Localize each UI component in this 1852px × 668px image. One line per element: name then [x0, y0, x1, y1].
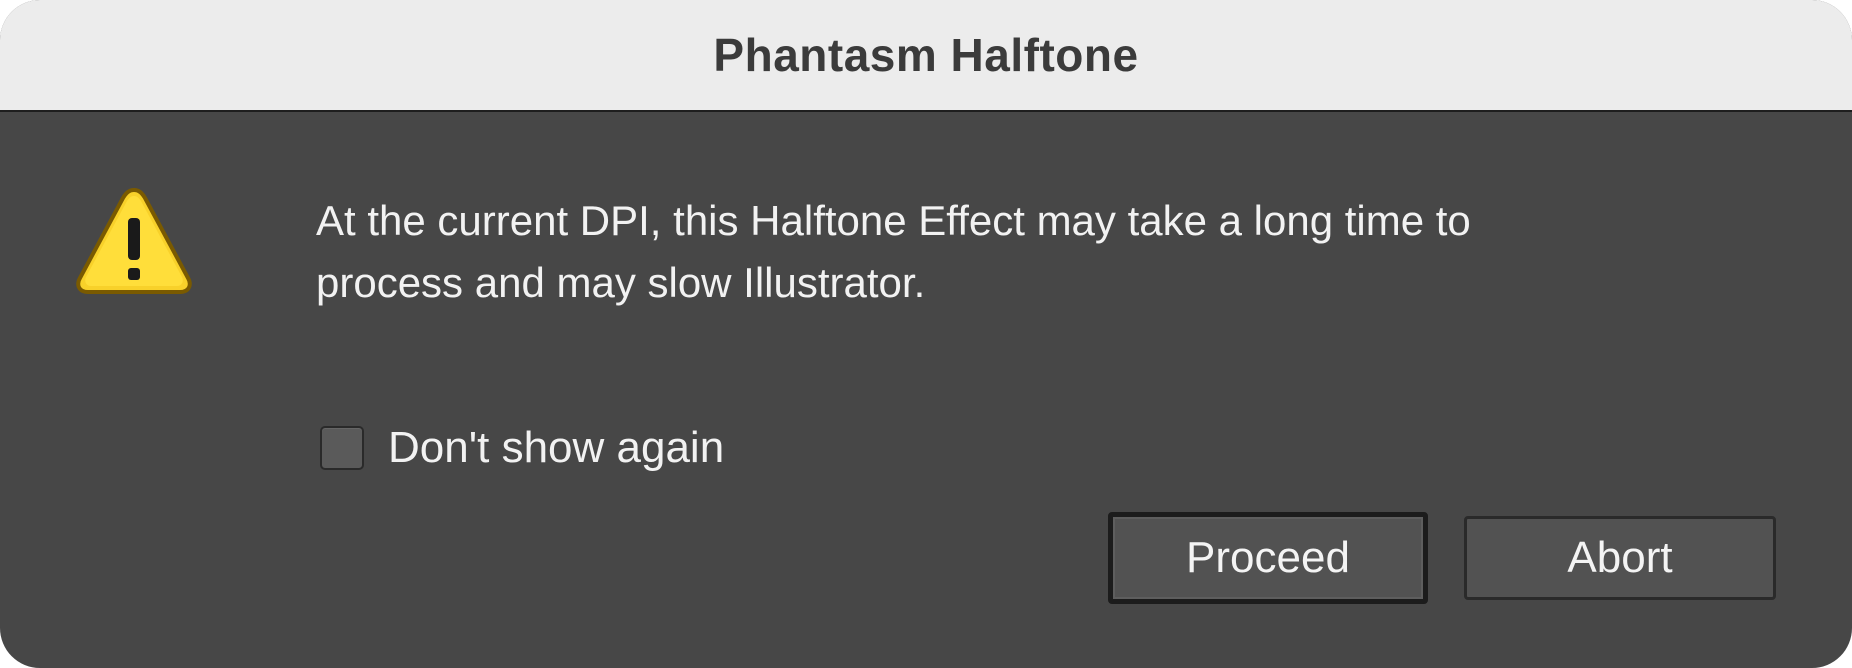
warning-triangle-icon	[76, 188, 192, 294]
dont-show-again-row[interactable]: Don't show again	[320, 420, 724, 476]
dialog-title: Phantasm Halftone	[713, 29, 1139, 81]
alert-message: At the current DPI, this Halftone Effect…	[316, 190, 1776, 314]
title-bar: Phantasm Halftone	[0, 0, 1852, 112]
abort-button[interactable]: Abort	[1464, 516, 1776, 600]
proceed-button[interactable]: Proceed	[1108, 512, 1428, 604]
dont-show-again-checkbox[interactable]	[320, 426, 364, 470]
message-line: process and may slow Illustrator.	[316, 259, 926, 306]
message-line: At the current DPI, this Halftone Effect…	[316, 197, 1471, 244]
dont-show-again-label[interactable]: Don't show again	[388, 423, 724, 473]
alert-dialog: Phantasm Halftone At the current DPI, th…	[0, 0, 1852, 668]
